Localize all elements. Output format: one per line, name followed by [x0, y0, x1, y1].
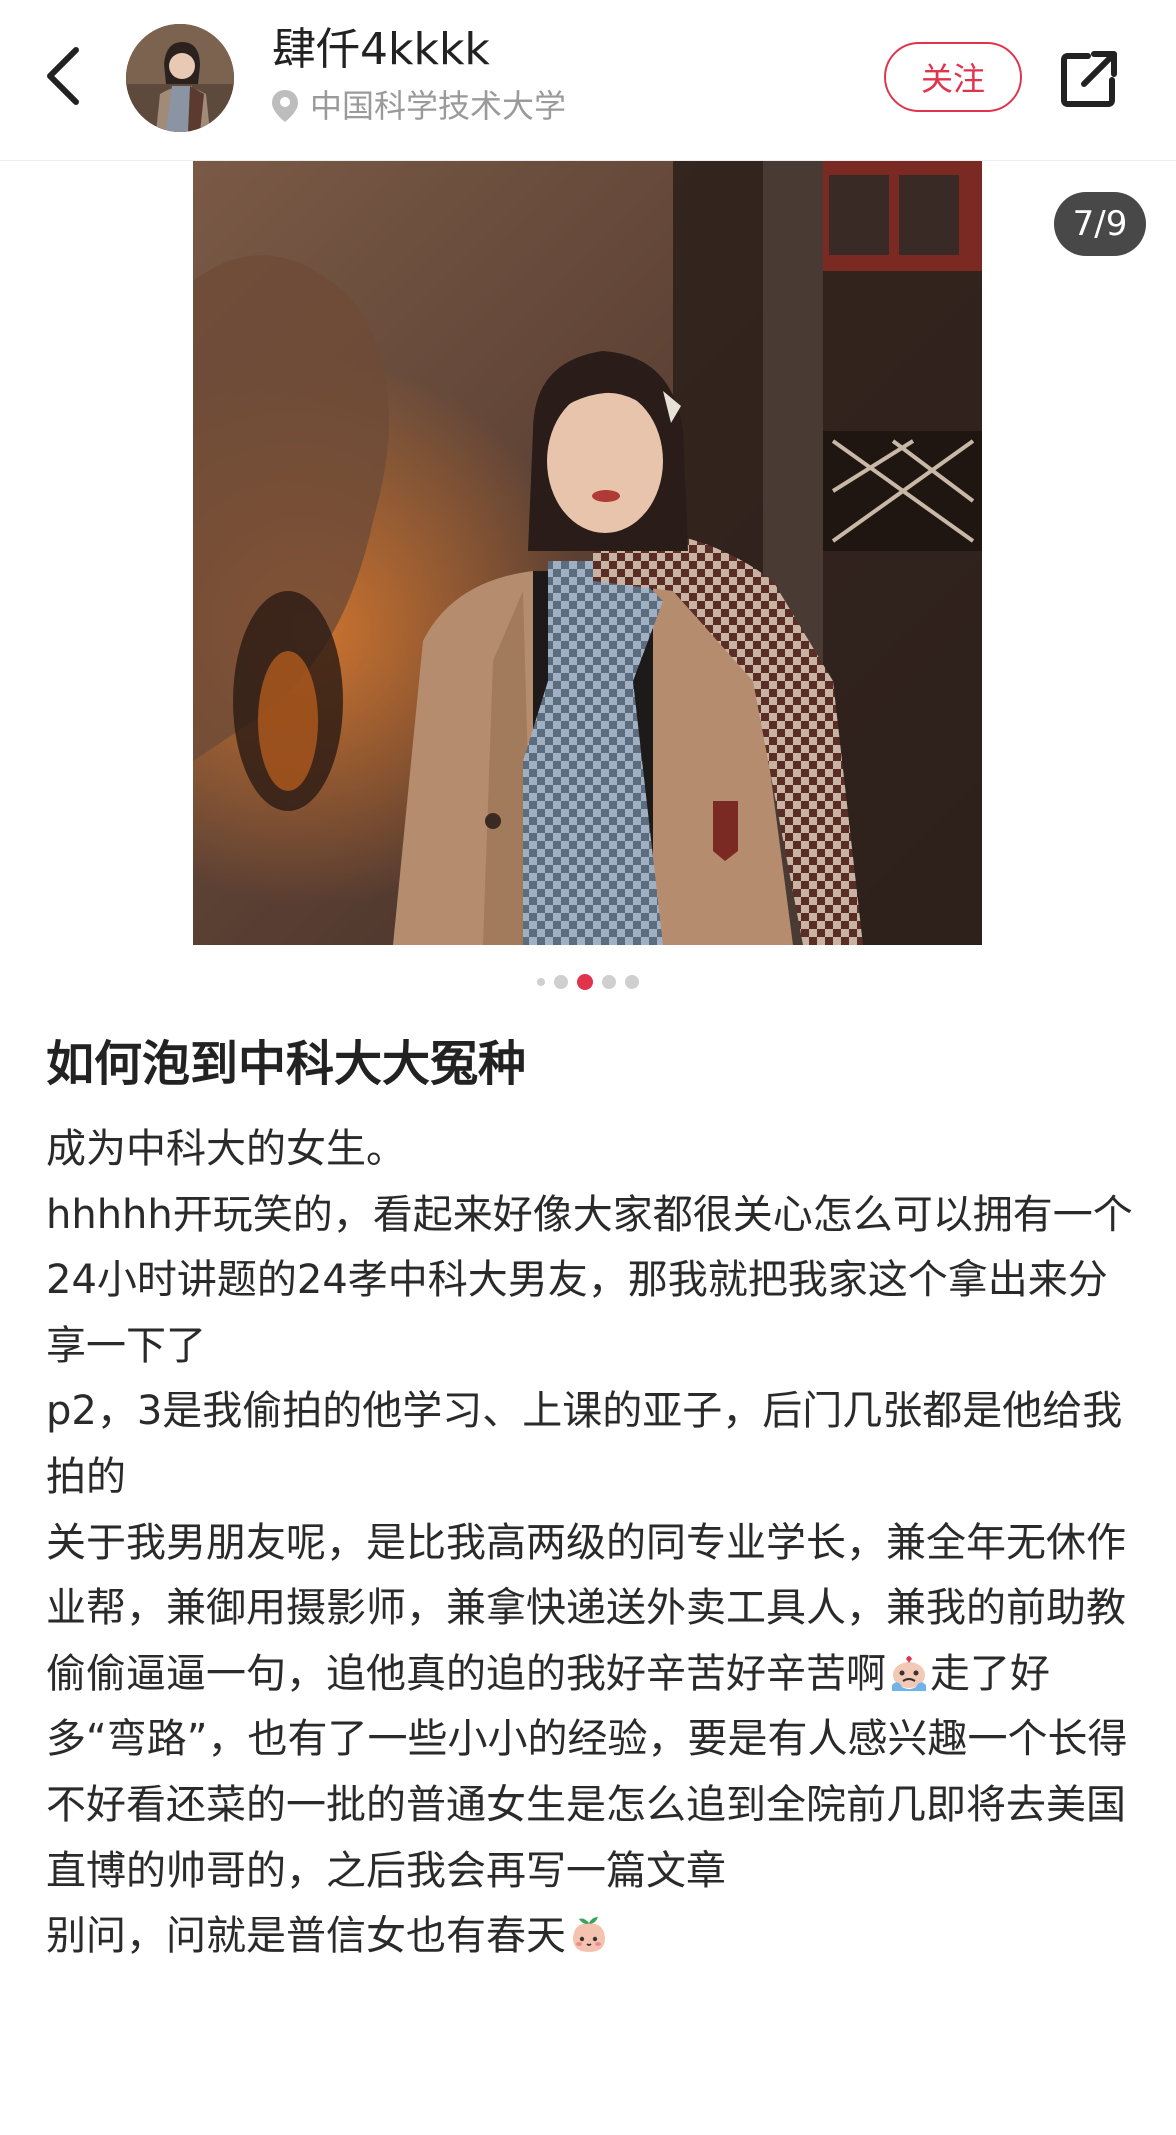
post-paragraph: p2，3是我偷拍的他学习、上课的亚子，后门几张都是他给我拍的 — [46, 1388, 1123, 1500]
page-counter: 7/9 — [1054, 192, 1146, 256]
crying-emoji-icon — [888, 1651, 930, 1693]
post-sentence: 别问，问就是普信女也有春天 — [46, 1913, 566, 1960]
location-tag[interactable]: 中国科学技术大学 — [270, 84, 566, 128]
back-button[interactable] — [36, 38, 92, 114]
post-paragraph: hhhhh开玩笑的，看起来好像大家都很关心怎么可以拥有一个24小时讲题的24孝中… — [46, 1191, 1133, 1369]
carousel-indicator — [0, 972, 1176, 992]
username[interactable]: 肆仟4kkkk — [272, 22, 490, 78]
follow-button[interactable]: 关注 — [884, 42, 1022, 112]
post-title: 如何泡到中科大大冤种 — [46, 1036, 527, 1092]
carousel-dot — [602, 975, 616, 989]
share-button[interactable] — [1058, 48, 1120, 110]
avatar[interactable] — [126, 24, 234, 132]
post-body: 成为中科大的女生。 hhhhh开玩笑的，看起来好像大家都很关心怎么可以拥有一个2… — [46, 1117, 1136, 1970]
post-paragraph: 别问，问就是普信女也有春天 — [46, 1904, 1136, 1970]
location-pin-icon — [272, 90, 298, 122]
post-photo[interactable] — [193, 161, 982, 945]
post-paragraph: 偷偷逼逼一句，追他真的追的我好辛苦好辛苦啊 走了好多“弯路”，也有了一些小小的经… — [46, 1642, 1136, 1904]
carousel-dot — [554, 975, 568, 989]
post-detail-page: 肆仟4kkkk 中国科学技术大学 关注 7/9 如何泡到中科大大冤种 成为中科大… — [0, 0, 1176, 2135]
post-paragraph: 成为中科大的女生。 — [46, 1126, 406, 1172]
carousel-dot-active — [577, 974, 593, 990]
share-icon — [1061, 51, 1117, 107]
image-carousel[interactable]: 7/9 — [0, 161, 1176, 945]
post-sentence: 偷偷逼逼一句，追他真的追的我好辛苦好辛苦啊 — [46, 1650, 886, 1697]
peach-emoji-icon — [568, 1913, 610, 1955]
carousel-dot — [625, 975, 639, 989]
photo-image — [193, 161, 982, 945]
location-text: 中国科学技术大学 — [310, 87, 567, 125]
post-header: 肆仟4kkkk 中国科学技术大学 关注 — [0, 0, 1176, 161]
chevron-left-icon — [47, 47, 79, 105]
post-paragraph: 关于我男朋友呢，是比我高两级的同专业学长，兼全年无休作业帮，兼御用摄影师，兼拿快… — [46, 1519, 1126, 1632]
carousel-dot — [537, 978, 545, 986]
avatar-image — [126, 24, 234, 132]
